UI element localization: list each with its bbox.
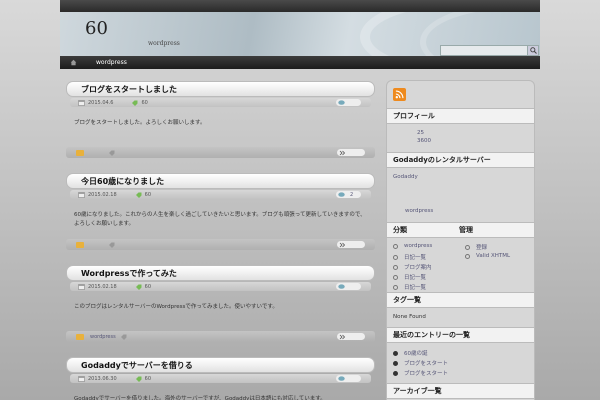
- comment-count[interactable]: [336, 283, 361, 290]
- post-date: 2015.04.6: [88, 99, 114, 106]
- tag-icon: [135, 376, 142, 382]
- calendar-icon: [78, 283, 85, 290]
- home-link[interactable]: [60, 56, 86, 69]
- post-tag[interactable]: 60: [141, 100, 147, 106]
- post-tag[interactable]: 60: [145, 376, 151, 382]
- post-footer: wordpress: [66, 331, 375, 342]
- widget-title-meta: 管理: [459, 226, 473, 234]
- search-icon: [529, 47, 537, 54]
- category-item[interactable]: 日記一覧: [393, 273, 426, 281]
- tag-icon: [109, 150, 115, 156]
- sidebar: プロフィール 25 3600 Godaddyのレンタルサーバー Godaddy …: [386, 80, 535, 400]
- widget-title-profile: プロフィール: [387, 108, 534, 124]
- post-title[interactable]: ブログをスタートしました: [66, 81, 375, 97]
- rss-icon: [395, 90, 404, 99]
- nav-item-wordpress[interactable]: wordpress: [86, 59, 137, 66]
- home-icon: [70, 59, 76, 66]
- read-more-button[interactable]: [337, 149, 365, 156]
- calendar-icon: [78, 191, 85, 198]
- post-title[interactable]: Wordpressで作ってみた: [66, 265, 375, 281]
- post-tag[interactable]: 60: [145, 192, 151, 198]
- post-date: 2015.02.18: [88, 283, 117, 290]
- site-title[interactable]: 60: [85, 18, 108, 39]
- meta-item[interactable]: 登録: [465, 243, 487, 251]
- widget-title-recent: 最近のエントリーの一覧: [387, 327, 534, 343]
- post-meta: 2013.06.30 60: [70, 374, 371, 383]
- recent-entry[interactable]: 60歳の誕: [393, 349, 428, 357]
- godaddy-link[interactable]: Godaddy: [393, 174, 418, 180]
- post-tag[interactable]: 60: [145, 284, 151, 290]
- site-description: wordpress: [148, 40, 180, 47]
- comment-icon: [338, 375, 345, 381]
- post-excerpt: ブログをスタートしました。よろしくお願いします。: [74, 120, 206, 126]
- post-footer: [66, 239, 375, 250]
- post-title[interactable]: Godaddyでサーバーを借りる: [66, 357, 375, 373]
- search-input[interactable]: [440, 45, 528, 56]
- post-meta: 2015.04.6 60: [70, 98, 371, 107]
- recent-entry[interactable]: ブログをスタート: [393, 369, 448, 377]
- wordpress-link[interactable]: wordpress: [405, 208, 433, 214]
- post-date: 2015.02.18: [88, 191, 117, 198]
- read-more-button[interactable]: [337, 241, 365, 248]
- tag-icon: [132, 100, 138, 106]
- tags-empty-text: None Found: [393, 314, 426, 320]
- widget-title-godaddy: Godaddyのレンタルサーバー: [387, 152, 534, 168]
- widget-title-tags: タグ一覧: [387, 292, 534, 308]
- comment-count[interactable]: 2: [336, 191, 361, 198]
- recent-entry[interactable]: ブログをスタート: [393, 359, 448, 367]
- top-bar: [60, 0, 540, 12]
- post-title[interactable]: 今日60歳になりました: [66, 173, 375, 189]
- post-excerpt: Godaddyでサーバーを借りました。海外のサーバーですが、Godaddyは日本…: [74, 396, 326, 400]
- rss-feed-link[interactable]: [393, 88, 406, 101]
- tag-icon: [135, 192, 142, 198]
- widget-title-archive: アーカイブ一覧: [387, 383, 534, 399]
- comment-count-value: 2: [350, 191, 354, 198]
- post-excerpt: 60歳になりました。これからの人生を楽しく過ごしていきたいと思います。ブログも頑…: [74, 212, 366, 227]
- nav-bar: wordpress: [60, 56, 540, 69]
- comment-icon: [338, 99, 345, 105]
- post-meta: 2015.02.18 60 2: [70, 190, 371, 199]
- search-button[interactable]: [527, 45, 539, 56]
- post-footer: [66, 147, 375, 158]
- post: Wordpressで作ってみた 2015.02.18 60 このブログはレンタル…: [66, 265, 375, 312]
- profile-line: 3600: [417, 138, 431, 144]
- folder-icon: [76, 333, 84, 340]
- post-date: 2013.06.30: [88, 375, 117, 382]
- site-header: 60 wordpress: [60, 12, 540, 56]
- comment-count[interactable]: [336, 375, 361, 382]
- post-meta: 2015.02.18 60: [70, 282, 371, 291]
- category-item[interactable]: wordpress: [393, 243, 432, 249]
- post-category[interactable]: wordpress: [90, 334, 116, 340]
- profile-line: 25: [417, 130, 424, 136]
- folder-icon: [76, 149, 84, 156]
- calendar-icon: [78, 99, 85, 106]
- read-more-button[interactable]: [337, 333, 365, 340]
- post: ブログをスタートしました 2015.04.6 60 ブログをスタートしました。よ…: [66, 81, 375, 128]
- category-item[interactable]: 日記一覧: [393, 283, 426, 291]
- tag-icon: [120, 334, 127, 340]
- post: 今日60歳になりました 2015.02.18 60 2 60歳になりました。これ…: [66, 173, 375, 229]
- meta-item[interactable]: Valid XHTML: [465, 253, 510, 259]
- comment-icon: [338, 283, 345, 289]
- tag-icon: [109, 242, 115, 248]
- tag-icon: [135, 284, 142, 290]
- post: Godaddyでサーバーを借りる 2013.06.30 60 Godaddyでサ…: [66, 357, 375, 400]
- double-arrow-icon: [339, 150, 346, 155]
- comment-count[interactable]: [336, 99, 361, 106]
- category-item[interactable]: 日記一覧: [393, 253, 426, 261]
- double-arrow-icon: [339, 334, 346, 339]
- calendar-icon: [78, 375, 85, 382]
- comment-icon: [338, 191, 345, 197]
- category-item[interactable]: ブログ案内: [393, 263, 432, 271]
- double-arrow-icon: [339, 242, 346, 247]
- post-excerpt: このブログはレンタルサーバーのWordpressで作ってみました。使いやすいです…: [74, 304, 278, 310]
- folder-icon: [76, 241, 84, 248]
